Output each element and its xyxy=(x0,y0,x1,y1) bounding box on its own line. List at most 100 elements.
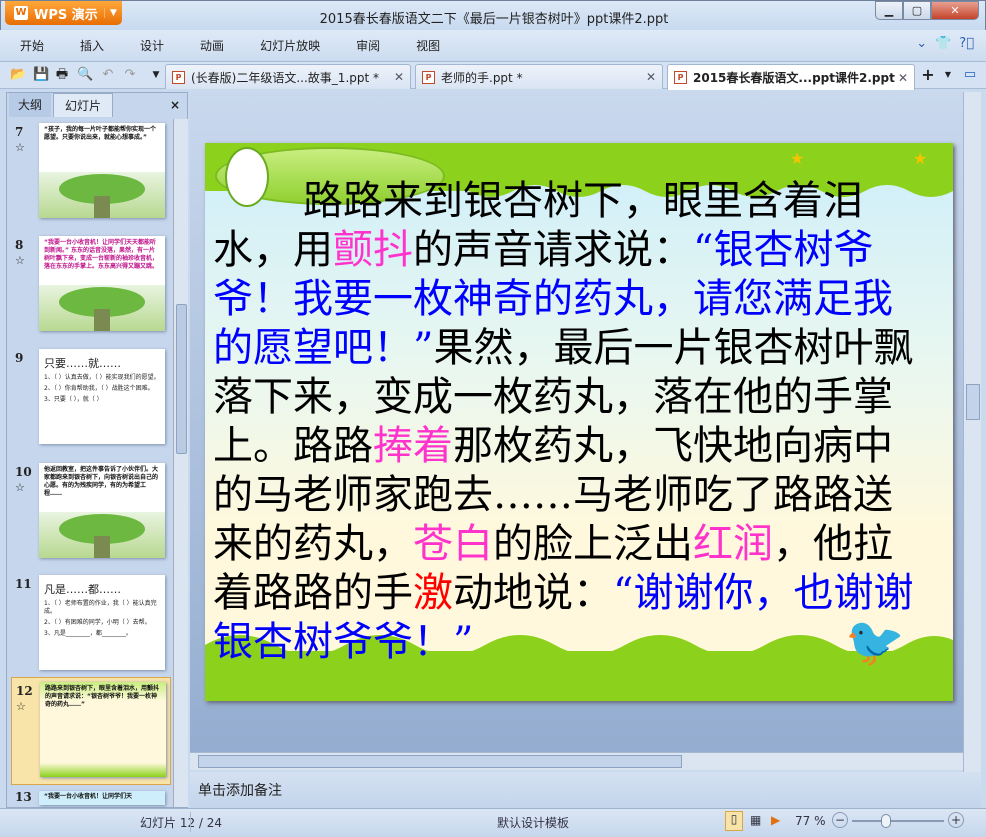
slide-number: 12 xyxy=(16,684,33,698)
window-title: 2015春长春版语文二下《最后一片银杏树叶》ppt课件2.ppt xyxy=(319,12,669,27)
customize-toolbar-icon[interactable]: ▼ xyxy=(148,67,164,83)
close-button[interactable]: ✕ xyxy=(931,1,979,20)
thumbnail-preview: 他返回教室，把这件事告诉了小伙伴们。大家都跑来到银杏树下，向银杏树说出自己的心愿… xyxy=(39,463,165,558)
close-tab-icon[interactable]: ✕ xyxy=(394,70,404,84)
slide-sorter-view-icon[interactable]: ▦ xyxy=(750,813,761,827)
skin-shirt-icon[interactable]: 👕 xyxy=(935,36,951,51)
pencil-cup-icon xyxy=(225,147,269,207)
slide-thumbnail[interactable]: 7 ☆ “孩子，我的每一片叶子都能帮你实现一个愿望。只要你说出来，就能心想事成。” xyxy=(11,119,171,227)
document-tab[interactable]: P 老师的手.ppt * ✕ xyxy=(415,64,663,89)
menu-item[interactable]: 动画 xyxy=(180,37,240,54)
zoom-slider-knob[interactable] xyxy=(881,814,892,828)
menu-item[interactable]: 幻灯片放映 xyxy=(240,37,336,54)
document-tab-label: (长春版)二年级语文...故事_1.ppt * xyxy=(191,70,380,85)
help-icon[interactable]: ?⃝ xyxy=(959,36,974,51)
status-bar: 幻灯片 12 / 24 默认设计模板 ▯ ▦ ▶ 77 % − + xyxy=(0,808,986,837)
thumbnail-preview: “孩子，我的每一片叶子都能帮你实现一个愿望。只要你说出来，就能心想事成。” xyxy=(39,123,165,218)
thumbnail-preview: “我要一台小收音机！让同学们天天都能听到新闻。” 东东的话音没落，果然，有一片树… xyxy=(39,236,165,331)
close-tab-icon[interactable]: ✕ xyxy=(646,70,656,84)
slides-panel: 大纲 幻灯片 × 7 ☆ “孩子，我的每一片叶子都能帮你实现一个愿望。只要你说出来，… xyxy=(6,92,188,808)
zoom-slider[interactable] xyxy=(852,814,944,828)
slide-thumbnail[interactable]: 11 凡是……都…… 1、（ ）老师布置的作业，我（ ）能认真完成。 2、（ ）有困难… xyxy=(11,571,171,679)
undo-icon[interactable]: ↶ xyxy=(100,67,116,83)
menu-item[interactable]: 开始 xyxy=(0,37,60,54)
normal-view-icon[interactable]: ▯ xyxy=(725,811,743,831)
highlighted-text-run: “谢谢你，也谢谢 xyxy=(613,570,914,616)
minimize-button[interactable]: ▁ xyxy=(875,1,903,20)
slide-number: 10 xyxy=(15,465,32,479)
scroll-thumb[interactable] xyxy=(176,304,187,454)
maximize-button[interactable]: ▢ xyxy=(903,1,931,20)
vertical-scrollbar[interactable] xyxy=(963,92,981,772)
document-tab[interactable]: P 2015春长春版语文...ppt课件2.ppt ✕ xyxy=(667,64,915,90)
highlighted-text-run: 激 xyxy=(413,570,453,616)
menu-item[interactable]: 插入 xyxy=(60,37,120,54)
scroll-thumb[interactable] xyxy=(966,384,980,420)
slide-text-line: 来的药丸，苍白的脸上泛出红润，他拉 xyxy=(213,522,893,566)
slide-canvas[interactable]: ★ ★ 🐦 路路来到银杏树下，眼里含着泪 水，用颤抖的声音请求说：“银杏树爷 爷！我… xyxy=(205,143,953,701)
thumbnail-item: 2、（ ）你肯帮助我，（ ）战胜这个困难。 xyxy=(44,385,154,392)
save-icon[interactable]: 💾 xyxy=(33,67,49,83)
scroll-thumb[interactable] xyxy=(198,755,682,768)
slide-number: 9 xyxy=(15,351,24,365)
slide-text-line: 上。路路捧着那枚药丸，飞快地向病中 xyxy=(213,424,893,468)
slide-text-line: 水，用颤抖的声音请求说：“银杏树爷 xyxy=(213,228,873,272)
highlighted-text-run: “银杏树爷 xyxy=(693,227,874,273)
slide-text-line: 的愿望吧！”果然，最后一片银杏树叶飘 xyxy=(213,326,913,370)
bird-icon: 🐦 xyxy=(845,614,905,670)
document-tab[interactable]: P (长春版)二年级语文...故事_1.ppt * ✕ xyxy=(165,64,411,89)
slide-thumbnail[interactable]: 12 ☆ 路路来到银杏树下，眼里含着泪水，用颤抖的声音请求说：“银杏树爷爷！我要一枚… xyxy=(11,677,171,785)
collapse-ribbon-icon[interactable]: ⌄ xyxy=(916,36,927,51)
slide-text-line: 落下来，变成一枚药丸，落在他的手掌 xyxy=(213,375,893,419)
slide-thumbnail[interactable]: 9 只要……就…… 1、（ ）认真去做，（ ）能实现我们的愿望。 2、（ ）你肯帮助我… xyxy=(11,345,171,453)
menu-item[interactable]: 设计 xyxy=(120,37,180,54)
slide-text-line: 着路路的手激动地说：“谢谢你，也谢谢 xyxy=(213,571,913,615)
animation-star-icon: ☆ xyxy=(15,141,25,154)
text-run: 落下来，变成一枚药丸，落在他的手掌 xyxy=(213,374,893,420)
slideshow-view-icon[interactable]: ▶ xyxy=(771,813,780,827)
new-tab-plus-icon[interactable]: + xyxy=(920,67,936,83)
thumbnail-item: 1、（ ）老师布置的作业，我（ ）能认真完成。 xyxy=(44,600,157,615)
slide-number: 7 xyxy=(15,125,24,139)
print-icon[interactable]: 🖶 xyxy=(54,67,70,83)
close-tab-icon[interactable]: ✕ xyxy=(898,71,908,85)
highlighted-text-run: 爷！我要一枚神奇的药丸，请您满足我 xyxy=(213,276,893,322)
slide-thumbnail[interactable]: 8 ☆ “我要一台小收音机！让同学们天天都能听到新闻。” 东东的话音没落，果然，有一… xyxy=(11,232,171,340)
ppt-file-icon: P xyxy=(422,70,435,84)
zoom-in-button[interactable]: + xyxy=(948,812,964,828)
tab-slides[interactable]: 幻灯片 xyxy=(53,93,113,117)
horizontal-scrollbar[interactable] xyxy=(190,752,963,770)
animation-star-icon: ☆ xyxy=(16,700,26,713)
print-preview-icon[interactable]: 🔍 xyxy=(77,67,93,83)
panel-close-icon[interactable]: × xyxy=(167,93,183,117)
menu-item[interactable]: 视图 xyxy=(396,37,456,54)
tree-image xyxy=(39,172,165,218)
thumbnail-title: 只要……就…… xyxy=(44,357,121,370)
animation-star-icon: ☆ xyxy=(15,481,25,494)
new-tab-dropdown-icon[interactable]: ▼ xyxy=(940,67,956,83)
document-tab-label: 老师的手.ppt * xyxy=(441,70,523,85)
thumbnail-preview: 只要……就…… 1、（ ）认真去做，（ ）能实现我们的愿望。 2、（ ）你肯帮助我，… xyxy=(39,349,165,444)
slide-thumbnail[interactable]: 10 ☆ 他返回教室，把这件事告诉了小伙伴们。大家都跑来到银杏树下，向银杏树说出自己… xyxy=(11,459,171,567)
zoom-out-button[interactable]: − xyxy=(832,812,848,828)
highlighted-text-run: 颤抖 xyxy=(333,227,413,273)
slide-thumbnail[interactable]: 13☆“我要一台小收音机！让同学们天 xyxy=(11,789,171,807)
tab-outline[interactable]: 大纲 xyxy=(9,93,51,117)
text-run: 那枚药丸，飞快地向病中 xyxy=(453,423,893,469)
text-run: 动地说： xyxy=(453,570,613,616)
thumbnail-scrollbar[interactable] xyxy=(173,119,188,807)
menu-item[interactable]: 审阅 xyxy=(336,37,396,54)
tree-image xyxy=(39,285,165,331)
highlighted-text-run: 的愿望吧！” xyxy=(213,325,434,371)
ppt-file-icon: P xyxy=(674,71,687,84)
window-list-icon[interactable]: ▭ xyxy=(962,67,978,83)
slide-text-line: 爷！我要一枚神奇的药丸，请您满足我 xyxy=(213,277,893,321)
text-run: 上。路路 xyxy=(213,423,373,469)
thumbnail-item: 1、（ ）认真去做，（ ）能实现我们的愿望。 xyxy=(44,374,160,381)
document-tab-label: 2015春长春版语文...ppt课件2.ppt xyxy=(693,71,895,85)
notes-pane[interactable]: 单击添加备注 xyxy=(190,772,981,808)
thumbnail-title: 凡是……都…… xyxy=(44,583,121,596)
thumbnail-text: 他返回教室，把这件事告诉了小伙伴们。大家都跑来到银杏树下，向银杏树说出自己的心愿… xyxy=(44,466,159,497)
open-folder-icon[interactable]: 📂 xyxy=(10,67,26,83)
redo-icon[interactable]: ↷ xyxy=(122,67,138,83)
